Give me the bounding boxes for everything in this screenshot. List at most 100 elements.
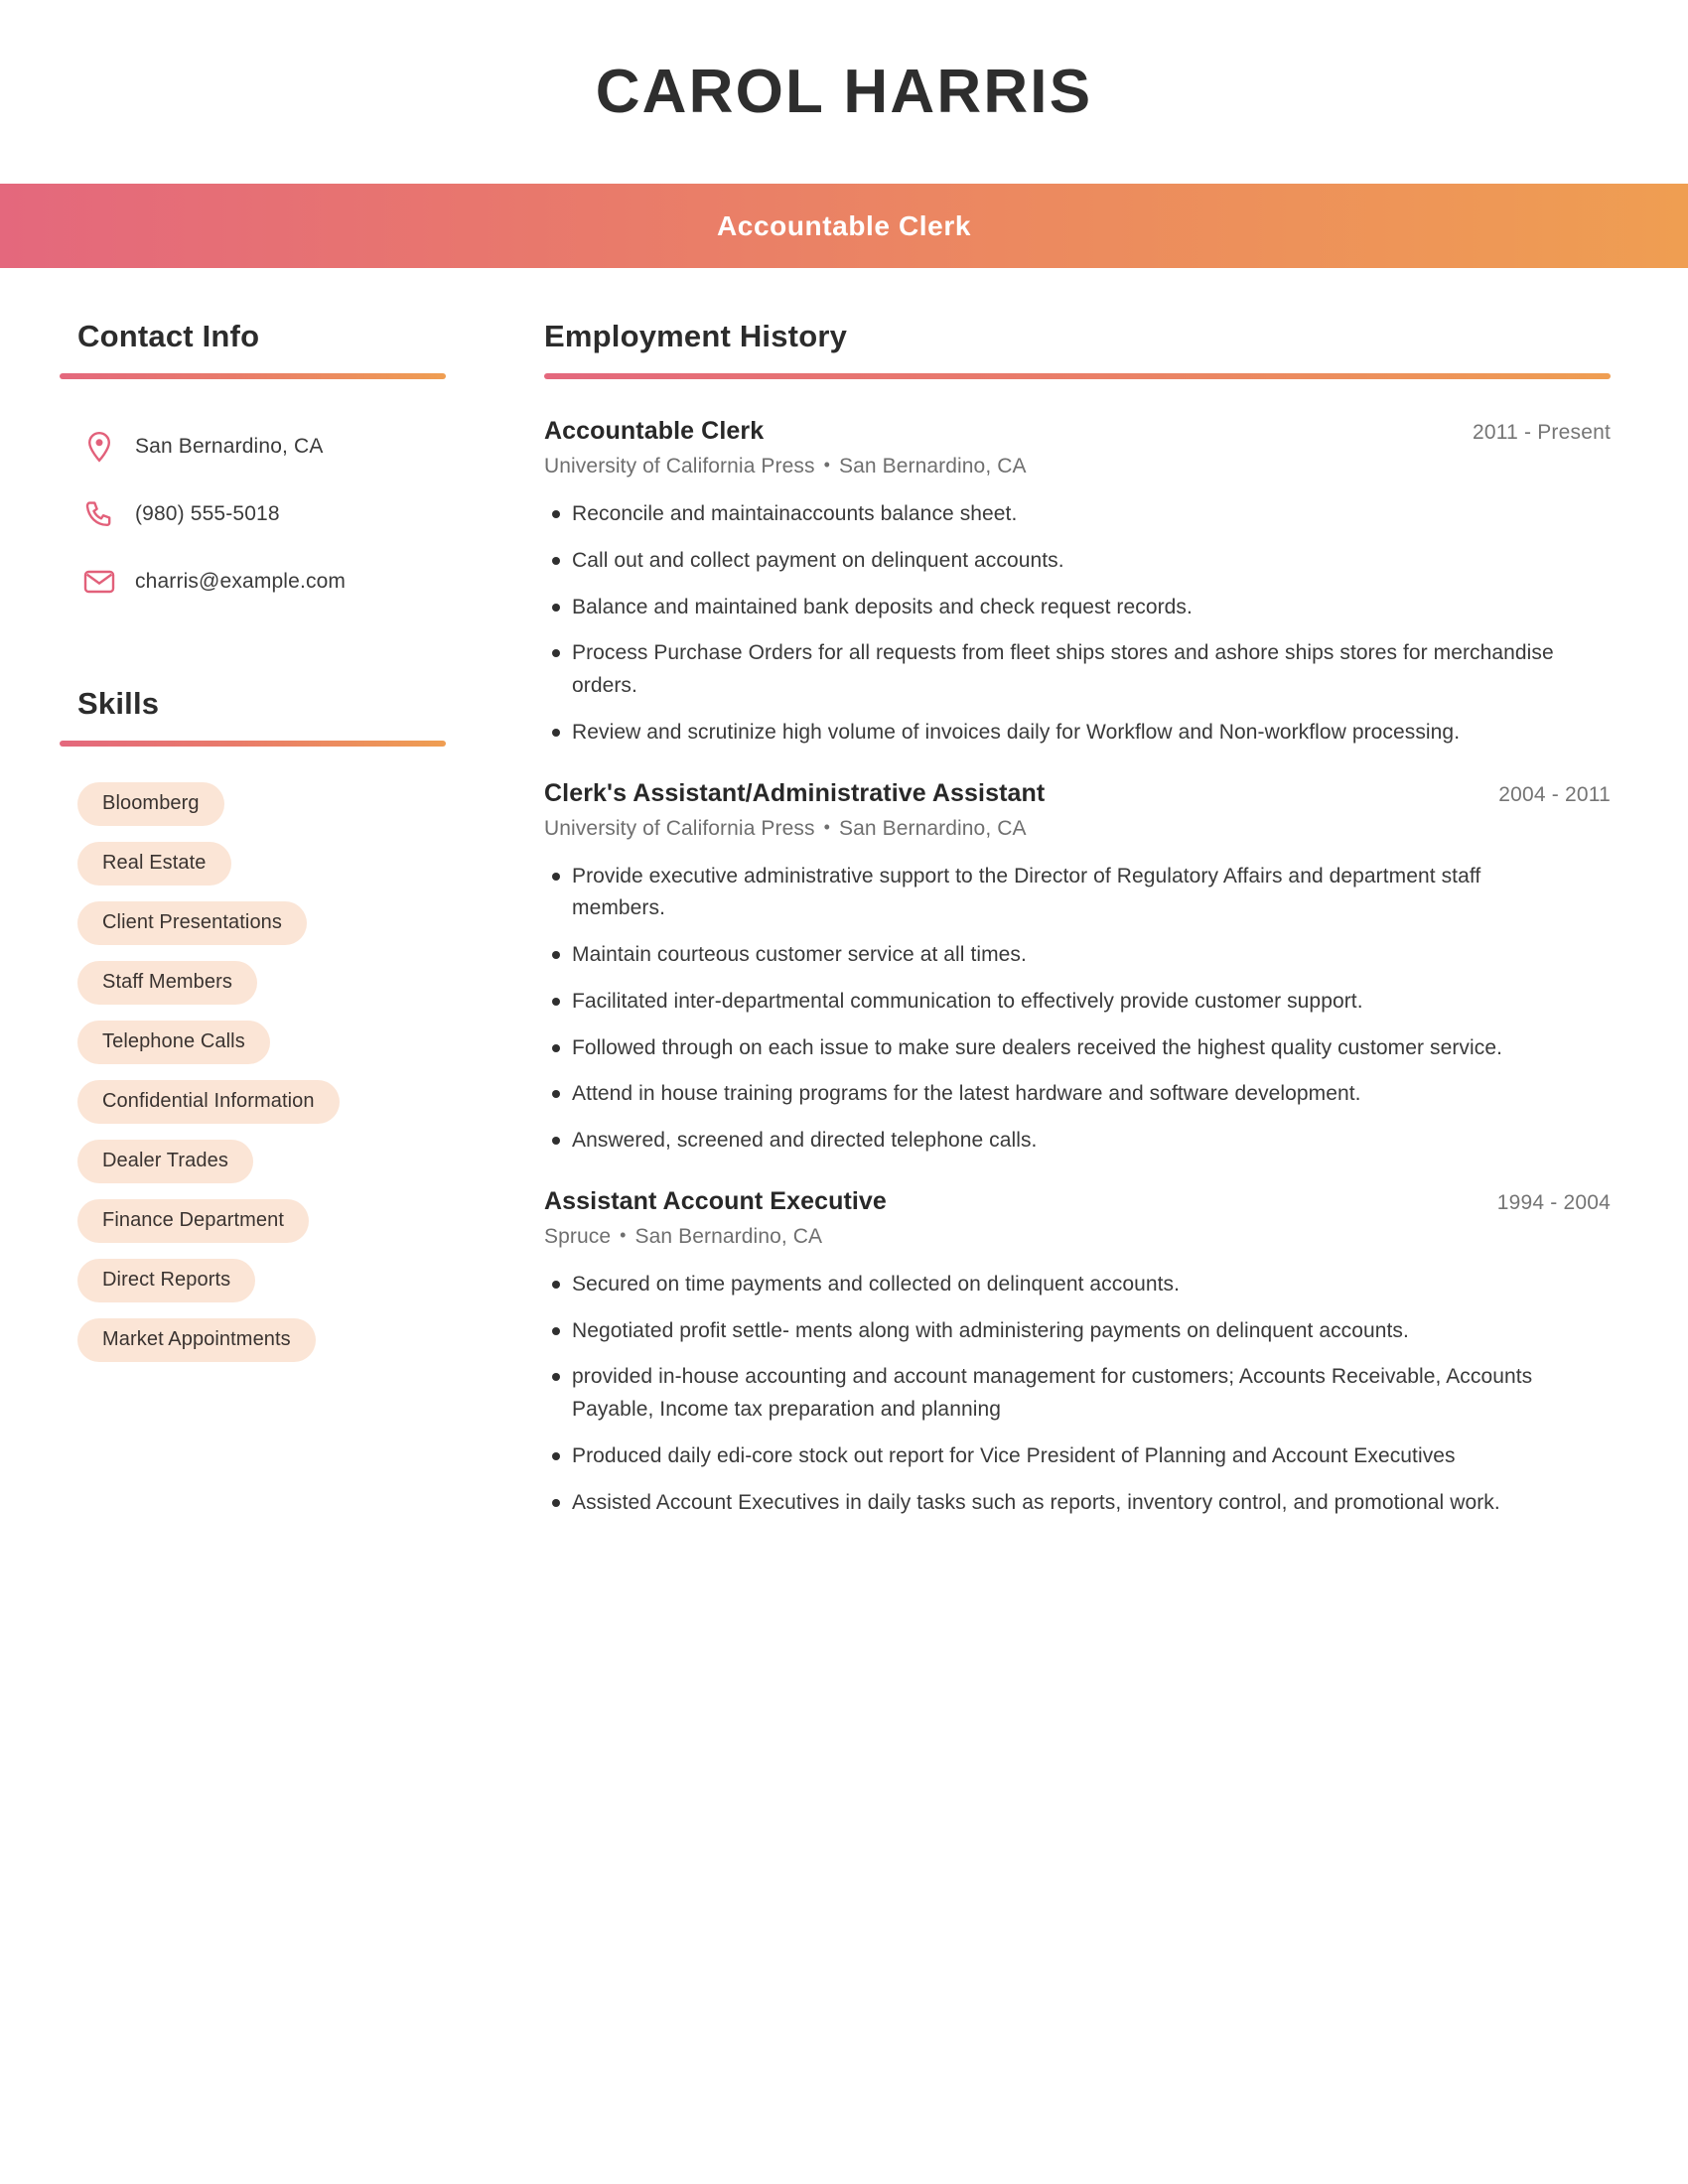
employment-entry-headline: Assistant Account Executive 1994 - 2004 xyxy=(544,1187,1611,1216)
bullet-dot-icon xyxy=(544,717,572,737)
contact-info-divider xyxy=(60,373,446,380)
skill-pill[interactable]: Bloomberg xyxy=(77,782,224,827)
employment-history-list: Accountable Clerk 2011 - Present Universit… xyxy=(544,417,1611,1519)
employment-bullet-item: Reconcile and maintainaccounts balance s… xyxy=(544,498,1611,531)
skill-pill[interactable]: Direct Reports xyxy=(77,1259,256,1303)
employment-date-range: 2004 - 2011 xyxy=(1498,782,1611,806)
employment-role-title: Clerk's Assistant/Administrative Assista… xyxy=(544,778,1046,807)
employment-bullet-item: Attend in house training programs for th… xyxy=(544,1078,1611,1111)
contact-item-location: San Bernardino, CA xyxy=(77,413,464,480)
skill-row: Bloomberg xyxy=(77,782,464,842)
employment-company: University of California Press xyxy=(544,455,815,478)
employment-bullet-item: Call out and collect payment on delinque… xyxy=(544,545,1611,578)
skill-row: Dealer Trades xyxy=(77,1140,464,1199)
bullet-dot-icon xyxy=(544,1487,572,1507)
employment-bullet-item: Assisted Account Executives in daily tas… xyxy=(544,1487,1611,1520)
employment-bullet-item: provided in-house accounting and account… xyxy=(544,1361,1611,1427)
skill-pill[interactable]: Staff Members xyxy=(77,961,257,1006)
employment-bullet-text: Process Purchase Orders for all requests… xyxy=(572,641,1554,698)
contact-item-phone: (980) 555-5018 xyxy=(77,480,464,548)
bullet-dot-icon xyxy=(544,1125,572,1146)
employment-entry: Assistant Account Executive 1994 - 2004 Sp… xyxy=(544,1187,1611,1520)
bullet-dot-icon xyxy=(544,1078,572,1099)
employment-bullet-item: Balance and maintained bank deposits and… xyxy=(544,592,1611,624)
employment-bullet-text: Produced daily edi-core stock out report… xyxy=(572,1443,1456,1467)
employment-bullet-text: Facilitated inter-departmental communica… xyxy=(572,989,1363,1013)
skill-pill[interactable]: Client Presentations xyxy=(77,901,307,946)
employment-bullet-item: Facilitated inter-departmental communica… xyxy=(544,986,1611,1019)
employment-bullet-text: Attend in house training programs for th… xyxy=(572,1082,1361,1106)
bullet-dot-icon xyxy=(544,545,572,565)
meta-separator-dot: • xyxy=(823,816,830,837)
skill-pill[interactable]: Telephone Calls xyxy=(77,1021,270,1065)
skill-pill[interactable]: Finance Department xyxy=(77,1199,310,1244)
contact-email-value: charris@example.com xyxy=(135,570,347,594)
employment-history-heading: Employment History xyxy=(544,319,848,353)
employment-bullet-text: Followed through on each issue to make s… xyxy=(572,1035,1502,1059)
employment-role-title: Accountable Clerk xyxy=(544,417,765,446)
employment-company: University of California Press xyxy=(544,816,815,840)
employment-bullet-text: Balance and maintained bank deposits and… xyxy=(572,595,1193,618)
main-content: Employment History Accountable Clerk 2011… xyxy=(464,319,1688,1549)
skill-pill[interactable]: Real Estate xyxy=(77,842,231,887)
candidate-name: CAROL HARRIS xyxy=(595,57,1093,126)
employment-bullet-list: Reconcile and maintainaccounts balance s… xyxy=(544,498,1611,750)
employment-location: San Bernardino, CA xyxy=(839,455,1027,478)
employment-bullet-list: Provide executive administrative support… xyxy=(544,861,1611,1158)
employment-bullet-item: Followed through on each issue to make s… xyxy=(544,1032,1611,1065)
skill-pill[interactable]: Confidential Information xyxy=(77,1080,340,1125)
skill-pill[interactable]: Dealer Trades xyxy=(77,1140,253,1184)
resume-header: CAROL HARRIS xyxy=(0,0,1688,184)
envelope-icon xyxy=(77,569,121,595)
employment-company-location: University of California Press • San Berna… xyxy=(544,817,1611,841)
bullet-dot-icon xyxy=(544,592,572,612)
skill-row: Finance Department xyxy=(77,1199,464,1259)
skill-pill[interactable]: Market Appointments xyxy=(77,1318,316,1363)
employment-company: Spruce xyxy=(544,1224,612,1248)
employment-entry-headline: Clerk's Assistant/Administrative Assista… xyxy=(544,779,1611,808)
skill-row: Telephone Calls xyxy=(77,1021,464,1080)
skill-row: Confidential Information xyxy=(77,1080,464,1140)
phone-icon xyxy=(77,499,121,529)
bullet-dot-icon xyxy=(544,1032,572,1052)
bullet-dot-icon xyxy=(544,861,572,881)
skill-row: Direct Reports xyxy=(77,1259,464,1318)
resume-page: CAROL HARRIS Accountable Clerk Contact I… xyxy=(0,0,1688,2184)
employment-company-location: University of California Press • San Berna… xyxy=(544,455,1611,478)
skills-heading: Skills xyxy=(77,686,160,722)
employment-company-location: Spruce • San Bernardino, CA xyxy=(544,1225,1611,1249)
candidate-job-title: Accountable Clerk xyxy=(716,209,972,241)
bullet-dot-icon xyxy=(544,939,572,960)
employment-bullet-text: Maintain courteous customer service at a… xyxy=(572,943,1027,967)
contact-info-section: Contact Info San Bernardino, CA (980) 55… xyxy=(60,319,464,615)
employment-bullet-text: Assisted Account Executives in daily tas… xyxy=(572,1490,1500,1514)
employment-bullet-text: Answered, screened and directed telephon… xyxy=(572,1129,1038,1153)
contact-list: San Bernardino, CA (980) 555-5018 charri… xyxy=(77,413,464,615)
contact-phone-value: (980) 555-5018 xyxy=(135,502,280,526)
meta-separator-dot: • xyxy=(823,455,830,476)
employment-bullet-item: Answered, screened and directed telephon… xyxy=(544,1125,1611,1158)
meta-separator-dot: • xyxy=(620,1224,627,1245)
bullet-dot-icon xyxy=(544,1315,572,1335)
employment-bullet-item: Process Purchase Orders for all requests… xyxy=(544,637,1611,703)
employment-entry: Accountable Clerk 2011 - Present Universit… xyxy=(544,417,1611,750)
employment-bullet-item: Provide executive administrative support… xyxy=(544,861,1611,926)
employment-bullet-text: Review and scrutinize high volume of inv… xyxy=(572,720,1461,744)
bullet-dot-icon xyxy=(544,1269,572,1289)
skill-row: Client Presentations xyxy=(77,901,464,961)
employment-bullet-item: Review and scrutinize high volume of inv… xyxy=(544,717,1611,750)
bullet-dot-icon xyxy=(544,1361,572,1382)
employment-bullet-item: Secured on time payments and collected o… xyxy=(544,1269,1611,1301)
resume-body: Contact Info San Bernardino, CA (980) 55… xyxy=(0,268,1688,1549)
job-title-band: Accountable Clerk xyxy=(0,184,1688,268)
skills-divider xyxy=(60,741,446,748)
location-pin-icon xyxy=(77,431,121,463)
employment-role-title: Assistant Account Executive xyxy=(544,1186,887,1215)
employment-location: San Bernardino, CA xyxy=(839,816,1027,840)
employment-entry-headline: Accountable Clerk 2011 - Present xyxy=(544,417,1611,446)
bullet-dot-icon xyxy=(544,1440,572,1460)
bullet-dot-icon xyxy=(544,637,572,658)
employment-bullet-list: Secured on time payments and collected o… xyxy=(544,1269,1611,1520)
skill-row: Staff Members xyxy=(77,961,464,1021)
employment-bullet-text: Negotiated profit settle- ments along wi… xyxy=(572,1318,1409,1342)
